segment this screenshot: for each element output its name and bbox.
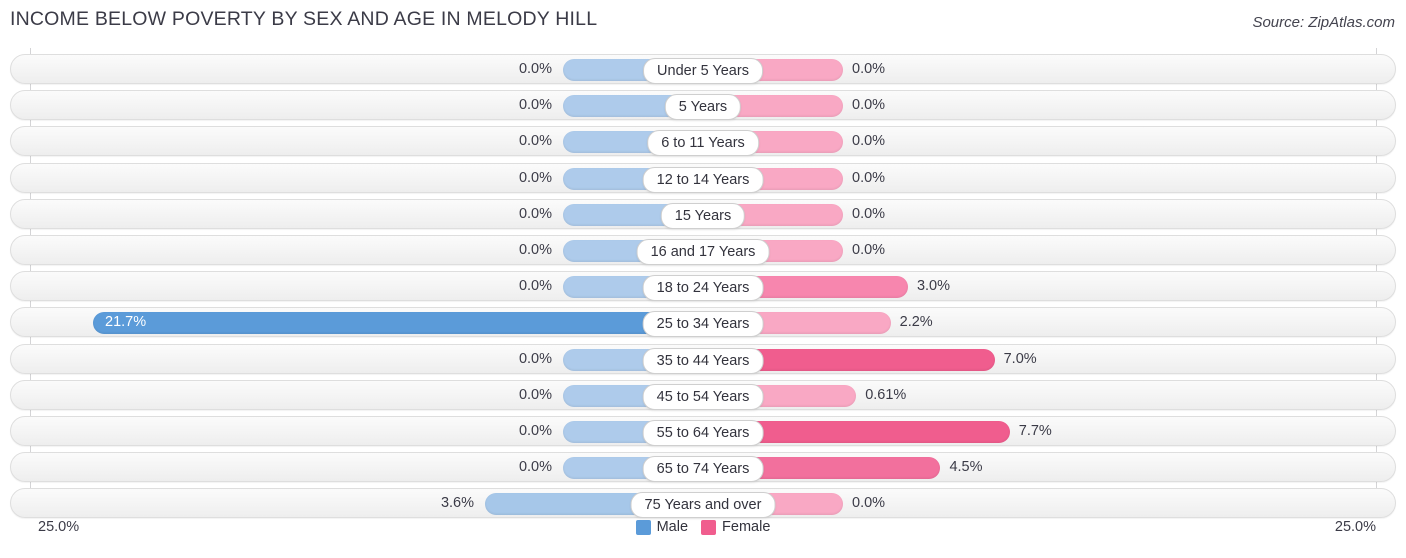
legend-swatch-female (701, 519, 717, 535)
value-label-female: 4.5% (949, 459, 983, 476)
table-row: 21.7% 2.2% 25 to 34 Years (10, 307, 1396, 338)
value-label-male: 0.0% (518, 133, 552, 150)
category-label: 12 to 14 Years (642, 166, 764, 193)
value-label-male: 21.7% (105, 314, 147, 331)
category-label: 35 to 44 Years (642, 347, 764, 374)
value-label-male: 0.0% (518, 61, 552, 77)
table-row: 0.0% 3.0% 18 to 24 Years (10, 271, 1396, 302)
bar-male[interactable] (93, 312, 703, 335)
value-label-male: 0.0% (518, 386, 552, 403)
category-label: Under 5 Years (643, 58, 763, 84)
value-label-female: 0.0% (852, 97, 886, 114)
category-label: 55 to 64 Years (642, 420, 764, 446)
table-row: 0.0% 0.0% Under 5 Years (10, 54, 1396, 84)
category-label: 18 to 24 Years (642, 275, 764, 302)
legend-swatch-male (635, 519, 651, 535)
value-label-male: 0.0% (518, 169, 552, 186)
page-title: INCOME BELOW POVERTY BY SEX AND AGE IN M… (10, 8, 598, 30)
table-row: 0.0% 7.7% 55 to 64 Years (10, 416, 1396, 446)
value-label-male: 0.0% (518, 278, 552, 295)
value-label-female: 3.0% (916, 278, 951, 295)
table-row: 0.0% 7.0% 35 to 44 Years (10, 343, 1396, 374)
value-label-female: 0.61% (865, 386, 907, 403)
pyramid-chart-plot: 0.0% 0.0% Under 5 Years 0.0% 0.0% 5 Years 0.0%… (0, 48, 1406, 519)
category-label: 25 to 34 Years (642, 311, 764, 338)
category-label: 75 Years and over (630, 492, 776, 519)
table-row: 0.0% 4.5% 65 to 74 Years (10, 452, 1396, 483)
value-label-male: 0.0% (518, 423, 552, 439)
legend-label-male: Male (656, 519, 689, 535)
value-label-female: 0.0% (852, 495, 886, 512)
value-label-male: 0.0% (518, 205, 552, 222)
legend-item-female[interactable]: Female (701, 519, 770, 535)
legend-label-female: Female (722, 519, 771, 535)
table-row: 0.0% 0.0% 5 Years (10, 90, 1396, 121)
value-label-male: 0.0% (518, 459, 552, 476)
value-label-male: 0.0% (518, 242, 552, 258)
value-label-female: 7.7% (1018, 423, 1052, 439)
value-label-female: 0.0% (852, 242, 886, 258)
table-row: 3.6% 0.0% 75 Years and over (10, 488, 1396, 519)
category-label: 45 to 54 Years (642, 383, 764, 410)
legend-item-male[interactable]: Male (635, 519, 689, 535)
table-row: 0.0% 0.0% 6 to 11 Years (10, 126, 1396, 157)
value-label-female: 7.0% (1003, 350, 1037, 367)
category-label: 16 and 17 Years (636, 239, 770, 265)
category-label: 15 Years (660, 202, 746, 229)
category-label: 5 Years (664, 94, 742, 121)
value-label-male: 0.0% (518, 350, 552, 367)
value-label-female: 0.0% (852, 61, 886, 77)
axis-tick-right: 25.0% (1334, 519, 1376, 535)
category-label: 6 to 11 Years (647, 130, 759, 157)
axis-tick-left: 25.0% (38, 519, 80, 535)
value-label-female: 0.0% (852, 133, 886, 150)
value-label-female: 0.0% (852, 205, 886, 222)
category-label: 65 to 74 Years (642, 456, 764, 483)
value-label-male: 3.6% (440, 495, 475, 512)
value-label-female: 2.2% (899, 314, 933, 331)
table-row: 0.0% 0.61% 45 to 54 Years (10, 379, 1396, 410)
value-label-male: 0.0% (518, 97, 552, 114)
value-label-female: 0.0% (852, 169, 886, 186)
source-attribution: Source: ZipAtlas.com (1252, 14, 1395, 31)
table-row: 0.0% 0.0% 15 Years (10, 198, 1396, 229)
table-row: 0.0% 0.0% 16 and 17 Years (10, 235, 1396, 265)
table-row: 0.0% 0.0% 12 to 14 Years (10, 162, 1396, 193)
